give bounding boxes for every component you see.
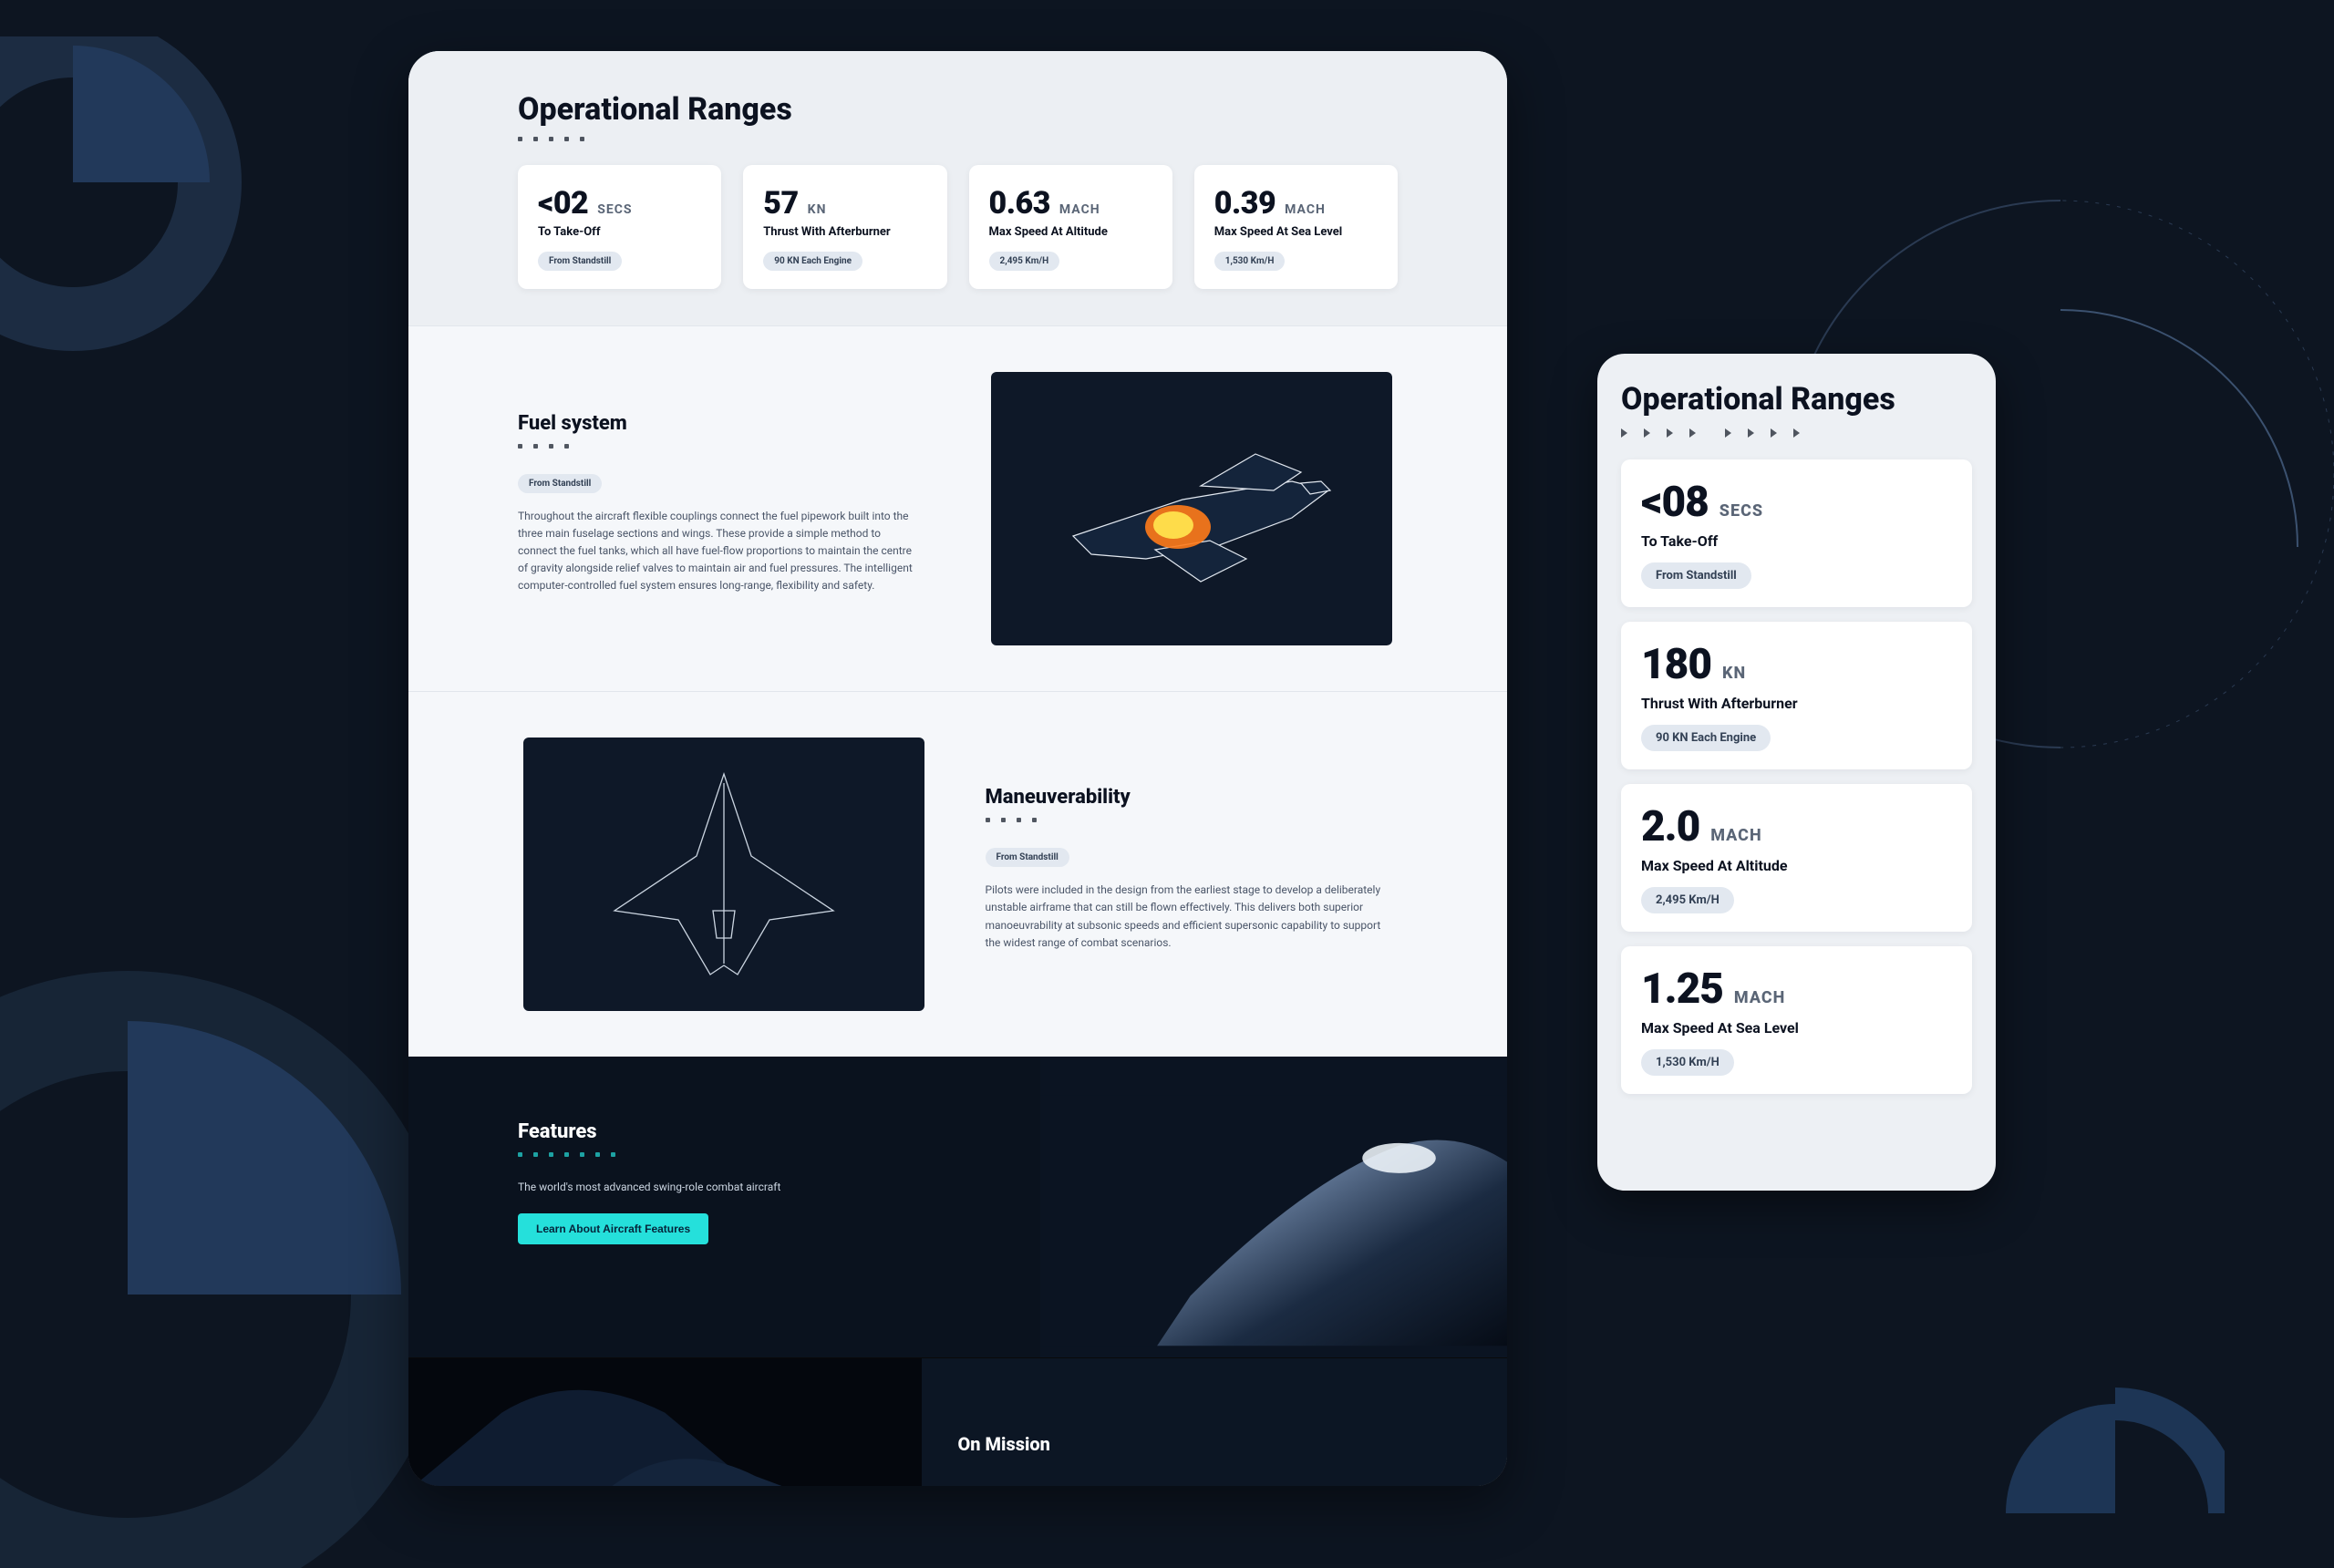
stat-pill: 2,495 Km/H [989,252,1060,271]
stat-value: <08 [1641,478,1709,527]
stat-unit: MACH [1734,988,1785,1007]
bg-arc-bottom-right [1988,1331,2225,1568]
section-title: Operational Ranges [518,91,1398,128]
operational-ranges-header: Operational Ranges <02 SECS To Take-Off … [408,51,1507,325]
play-icon [1725,428,1731,438]
stat-unit: MACH [1059,202,1100,217]
mission-title: On Mission [958,1433,1472,1455]
mission-image [408,1358,922,1486]
features-hero-image [1040,1057,1508,1357]
stat-label: Max Speed At Sea Level [1214,225,1378,239]
stat-unit: SECS [597,202,632,217]
stat-pill: 90 KN Each Engine [1641,725,1771,751]
desktop-showcase: Operational Ranges <02 SECS To Take-Off … [408,51,1507,1486]
stat-value: 180 [1641,640,1711,689]
play-icon [1771,428,1777,438]
stat-label: Thrust With Afterburner [763,225,926,239]
stat-label: To Take-Off [538,225,701,239]
play-icon [1793,428,1800,438]
stat-value: 2.0 [1641,802,1699,851]
play-icon [1644,428,1650,438]
features-title: Features [518,1120,986,1143]
maneuver-body: Pilots were included in the design from … [986,882,1387,952]
stat-value: 1.25 [1641,965,1723,1014]
accent-dots [986,818,1399,822]
play-indicator-row [1621,428,1972,438]
fuel-jet-illustration [991,372,1392,645]
stat-label: To Take-Off [1641,532,1952,550]
maneuver-title: Maneuverability [986,786,1399,809]
bg-arc-top-left [0,36,292,365]
maneuver-jet-illustration [523,738,924,1011]
accent-dots [518,137,1398,141]
features-band: Features The world's most advanced swing… [408,1057,1507,1357]
fuel-title: Fuel system [518,412,931,435]
stat-value: <02 [538,185,588,222]
stat-value: 0.63 [989,185,1050,222]
mission-band: On Mission [408,1357,1507,1486]
stat-card-sealevel: 1.25 MACH Max Speed At Sea Level 1,530 K… [1621,946,1972,1094]
play-icon [1667,428,1673,438]
play-icon [1621,428,1627,438]
accent-dots [518,1152,986,1157]
stat-value: 0.39 [1214,185,1275,222]
stat-card-altitude: 2.0 MACH Max Speed At Altitude 2,495 Km/… [1621,784,1972,932]
accent-dots [518,444,931,449]
stat-pill: 1,530 Km/H [1641,1049,1734,1076]
section-title: Operational Ranges [1621,381,1972,418]
maneuver-pill: From Standstill [986,848,1069,867]
stat-card-altitude: 0.63 MACH Max Speed At Altitude 2,495 Km… [969,165,1172,289]
features-subtitle: The world's most advanced swing-role com… [518,1181,986,1193]
stat-unit: MACH [1710,826,1761,845]
stat-unit: KN [808,202,827,217]
stat-card-takeoff: <08 SECS To Take-Off From Standstill [1621,459,1972,607]
stat-unit: SECS [1720,501,1763,521]
learn-features-button[interactable]: Learn About Aircraft Features [518,1213,708,1244]
fuel-section: Fuel system From Standstill Throughout t… [408,325,1507,691]
stat-card-thrust: 180 KN Thrust With Afterburner 90 KN Eac… [1621,622,1972,769]
stat-card-takeoff: <02 SECS To Take-Off From Standstill [518,165,721,289]
play-icon [1748,428,1754,438]
stat-card-thrust: 57 KN Thrust With Afterburner 90 KN Each… [743,165,946,289]
stat-pill: 2,495 Km/H [1641,887,1734,913]
mobile-showcase: Operational Ranges <08 SECS To Take-Off … [1597,354,1996,1191]
stat-pill: 1,530 Km/H [1214,252,1286,271]
maneuver-section: Maneuverability From Standstill Pilots w… [408,691,1507,1057]
stat-unit: MACH [1285,202,1326,217]
stat-label: Max Speed At Sea Level [1641,1019,1952,1037]
stat-card-row: <02 SECS To Take-Off From Standstill 57 … [518,165,1398,289]
stat-pill: 90 KN Each Engine [763,252,862,271]
stat-unit: KN [1722,664,1746,683]
fuel-body: Throughout the aircraft flexible couplin… [518,508,919,595]
stat-label: Thrust With Afterburner [1641,695,1952,712]
stat-label: Max Speed At Altitude [989,225,1152,239]
stat-card-sealevel: 0.39 MACH Max Speed At Sea Level 1,530 K… [1194,165,1398,289]
fuel-pill: From Standstill [518,474,602,493]
stat-value: 57 [763,185,798,222]
stat-label: Max Speed At Altitude [1641,857,1952,874]
stat-pill: From Standstill [1641,562,1751,589]
play-icon [1689,428,1696,438]
stat-pill: From Standstill [538,252,622,271]
